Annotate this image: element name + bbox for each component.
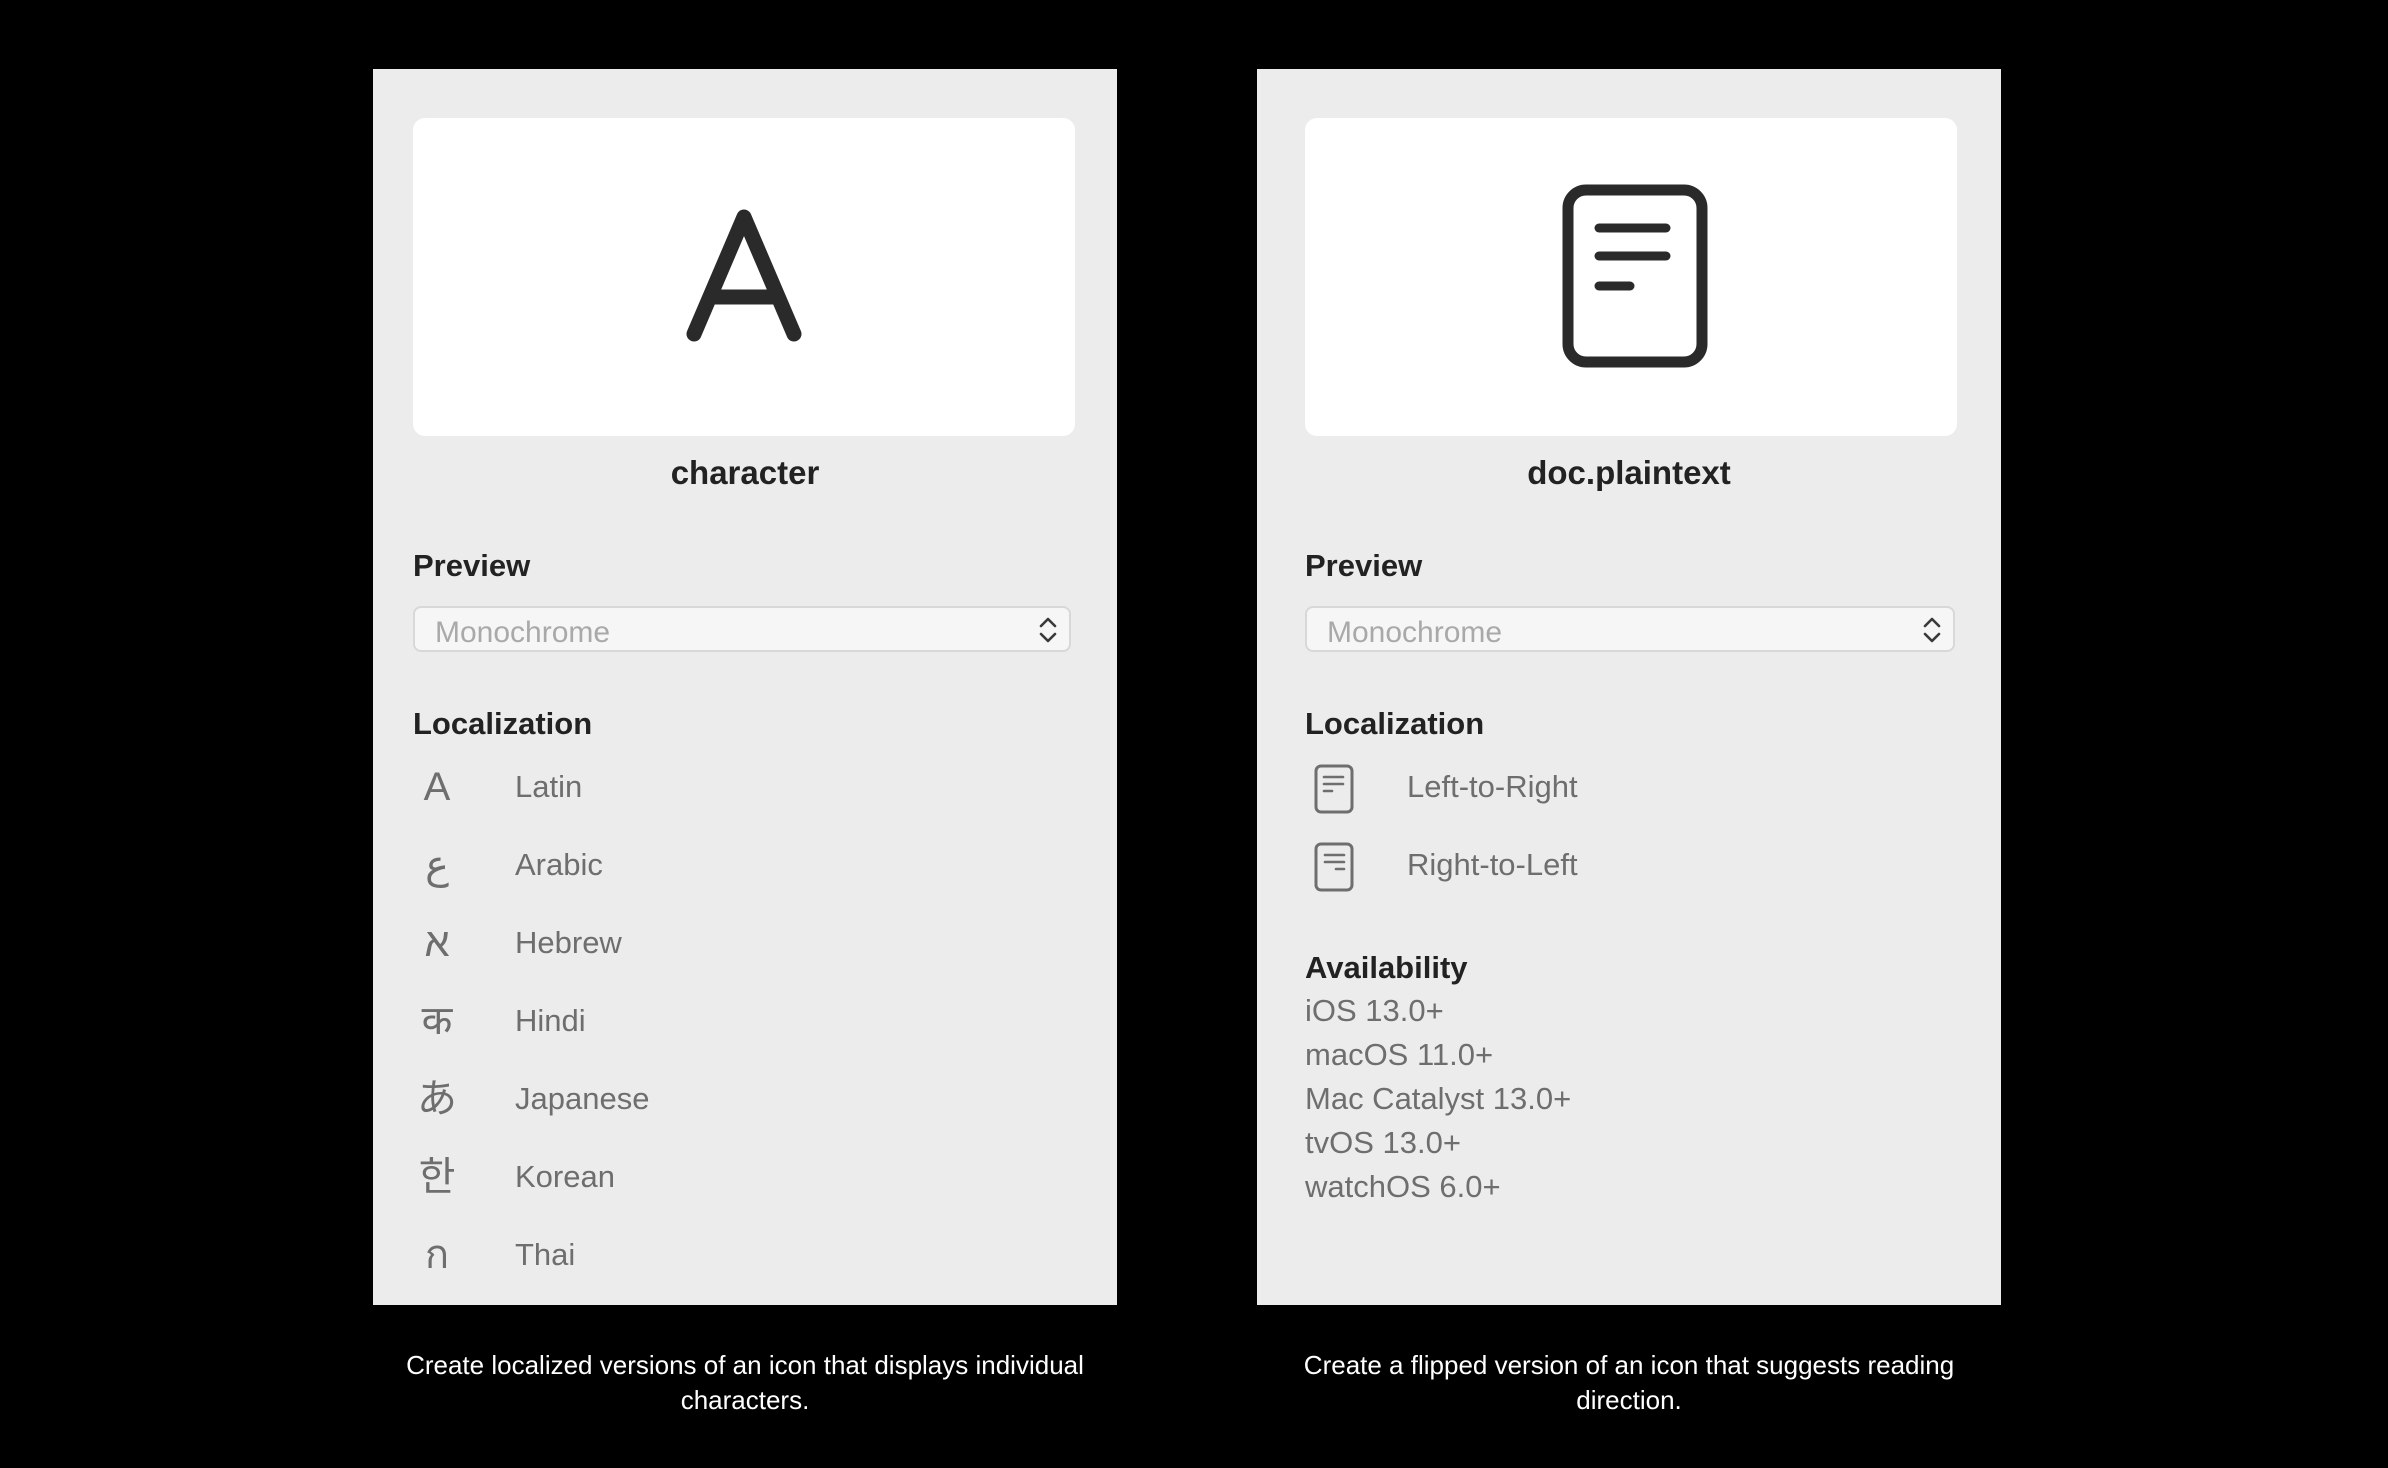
preview-mode-select[interactable]: Monochrome [413, 606, 1071, 652]
availability-item-watchos: watchOS 6.0+ [1305, 1169, 1501, 1204]
localization-row-hebrew[interactable]: א Hebrew [413, 913, 1013, 973]
caption-localized-versions: Create localized versions of an icon tha… [406, 1350, 1084, 1415]
localization-label: Korean [515, 1159, 615, 1194]
localization-row-korean[interactable]: 한 Korean [413, 1147, 1013, 1207]
localization-row-thai[interactable]: ก Thai [413, 1225, 1013, 1285]
localization-label: Arabic [515, 847, 603, 882]
up-down-chevron-icon [1923, 617, 1941, 643]
localization-section-label: Localization [413, 706, 593, 741]
localization-label: Latin [515, 769, 583, 804]
latin-character-icon: A [423, 765, 451, 809]
localization-label: Hebrew [515, 925, 622, 960]
localization-row-arabic[interactable]: ع Arabic [413, 835, 1013, 895]
preview-mode-value: Monochrome [1327, 616, 1503, 649]
preview-mode-select[interactable]: Monochrome [1305, 606, 1955, 652]
localization-section-label: Localization [1305, 706, 1485, 741]
localization-row-latin[interactable]: A Latin [413, 757, 1013, 817]
availability-list: iOS 13.0+ macOS 11.0+ Mac Catalyst 13.0+… [1305, 989, 1571, 1209]
localization-row-rtl[interactable]: Right-to-Left [1305, 835, 1905, 895]
localization-row-japanese[interactable]: あ Japanese [413, 1069, 1013, 1129]
localization-label: Hindi [515, 1003, 586, 1038]
symbol-preview-card [413, 118, 1075, 436]
symbol-inspector-character: character Preview Monochrome Localizatio… [373, 69, 1117, 1305]
hebrew-character-icon: א [424, 921, 450, 965]
doc-plaintext-icon [1562, 184, 1708, 368]
thai-character-icon: ก [424, 1233, 450, 1277]
doc-plaintext-icon [1305, 757, 1354, 817]
localization-row-hindi[interactable]: क Hindi [413, 991, 1013, 1051]
availability-item-ios: iOS 13.0+ [1305, 993, 1444, 1028]
korean-character-icon: 한 [418, 1155, 456, 1199]
availability-item-macos: macOS 11.0+ [1305, 1037, 1494, 1072]
arabic-character-icon: ع [425, 843, 449, 887]
availability-section-label: Availability [1305, 950, 1468, 985]
japanese-character-icon: あ [417, 1077, 457, 1121]
localization-label: Left-to-Right [1407, 769, 1578, 804]
localization-label: Right-to-Left [1407, 847, 1578, 882]
preview-section-label: Preview [1305, 548, 1423, 583]
preview-mode-value: Monochrome [435, 616, 611, 649]
localization-label: Japanese [515, 1081, 650, 1116]
localization-label: Thai [515, 1237, 576, 1272]
up-down-chevron-icon [1039, 617, 1057, 643]
character-a-icon [686, 209, 802, 342]
hindi-character-icon: क [421, 999, 453, 1043]
doc-plaintext-rtl-icon [1305, 835, 1354, 895]
symbol-name: doc.plaintext [1527, 454, 1731, 491]
availability-item-tvos: tvOS 13.0+ [1305, 1125, 1461, 1160]
availability-item-mac-catalyst: Mac Catalyst 13.0+ [1305, 1081, 1572, 1116]
symbol-name: character [670, 454, 820, 491]
localization-row-ltr[interactable]: Left-to-Right [1305, 757, 1905, 817]
symbol-preview-card [1305, 118, 1957, 436]
preview-section-label: Preview [413, 548, 531, 583]
caption-flipped-version: Create a flipped version of an icon that… [1303, 1350, 1955, 1415]
symbol-inspector-doc-plaintext: doc.plaintext Preview Monochrome Localiz… [1257, 69, 2001, 1305]
